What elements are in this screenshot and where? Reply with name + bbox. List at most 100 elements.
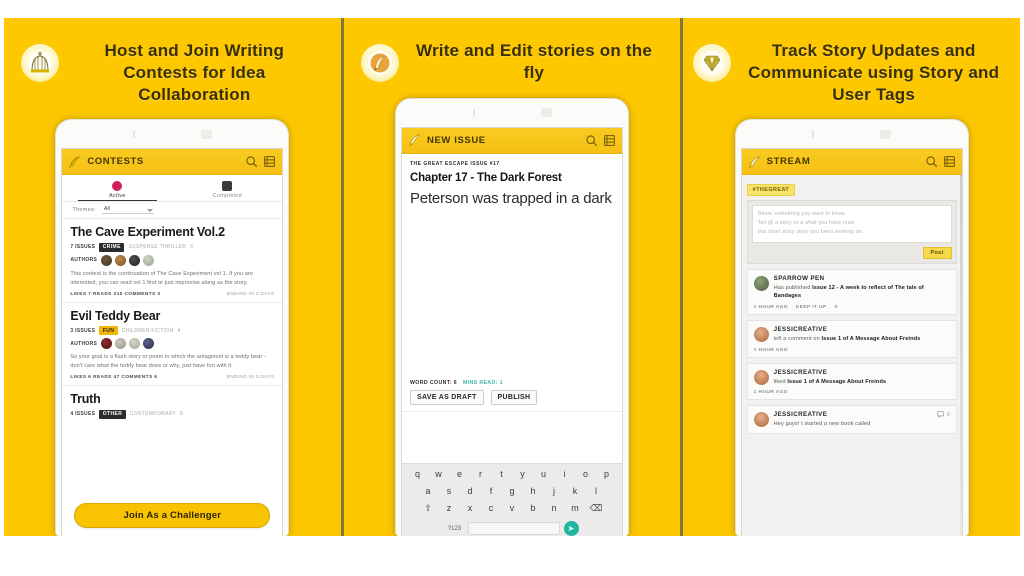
app-bar-title: NEW ISSUE <box>427 134 486 146</box>
word-count: WORD COUNT: 6 <box>410 380 457 386</box>
contest-card[interactable]: The Cave Experiment Vol.2 7 ISSUES CRIME… <box>62 219 283 303</box>
on-screen-keyboard[interactable]: q w e r t y u i o p a s d f g h j k l ⇧ … <box>402 463 622 536</box>
key-v[interactable]: v <box>503 503 521 514</box>
contest-meta: 7 ISSUES CRIME SUSPENSE THRILLER 5 <box>70 242 274 252</box>
panel-headline-block: Write and Edit stories on the fly <box>344 18 681 84</box>
themes-filter-row[interactable]: Themes: All <box>62 201 283 220</box>
contest-description: So your goal is a flash story or poem in… <box>70 354 266 370</box>
phone-mockup-contests: CONTESTS Active Completed Themes: All Th… <box>55 119 290 536</box>
key-p[interactable]: p <box>598 469 616 479</box>
join-as-challenger-button[interactable]: Join As a Challenger <box>74 503 271 528</box>
tab-completed[interactable]: Completed <box>172 178 282 201</box>
feed-comment-indicator[interactable]: 0 <box>937 411 950 419</box>
word-count-row: WORD COUNT: 6 MINS READ: 1 <box>410 380 614 390</box>
key-m[interactable]: m <box>566 503 584 514</box>
key-w[interactable]: w <box>430 469 448 479</box>
key-t[interactable]: t <box>493 469 511 479</box>
key-b[interactable]: b <box>524 503 542 514</box>
feed-timestamp: 1 HOUR AGO <box>753 347 788 353</box>
symbols-key[interactable]: ?123 <box>446 526 464 532</box>
feed-user-name[interactable]: JESSICREATIVE <box>774 369 950 376</box>
feed-user-name[interactable]: JESSICREATIVE <box>774 326 950 333</box>
key-n[interactable]: n <box>545 503 563 514</box>
contest-card[interactable]: Evil Teddy Bear 3 ISSUES FUN CHILDREN FI… <box>62 303 283 387</box>
contest-issues-label: 7 ISSUES <box>70 244 96 251</box>
key-x[interactable]: x <box>461 503 479 514</box>
post-composer[interactable]: Share something you want to know. Tell @… <box>746 200 957 264</box>
story-tag-chip[interactable]: #THEGREAT <box>746 184 796 197</box>
tab-active[interactable]: Active <box>62 178 172 202</box>
contest-footer: LIKES 7 READS 210 COMMENTS 3 ENDING IN 2… <box>70 292 274 297</box>
contest-tabs[interactable]: Active Completed <box>62 175 283 202</box>
cta-container: Join As a Challenger <box>62 497 283 536</box>
menu-icon[interactable] <box>263 155 276 168</box>
key-h[interactable]: h <box>524 486 542 496</box>
key-d[interactable]: d <box>461 486 479 496</box>
feed-reaction-count: 0 <box>834 304 838 310</box>
key-l[interactable]: l <box>587 486 605 496</box>
key-y[interactable]: y <box>514 469 532 479</box>
feed-text-plain: Hey guys! I started a new book called <box>773 421 871 428</box>
search-icon[interactable] <box>585 134 598 147</box>
key-j[interactable]: j <box>545 486 563 496</box>
app-bar: Stream <box>741 149 962 176</box>
menu-icon[interactable] <box>943 155 956 168</box>
shift-key-icon[interactable]: ⇧ <box>419 503 437 514</box>
backspace-key-icon[interactable]: ⌫ <box>587 503 605 514</box>
key-q[interactable]: q <box>409 469 427 479</box>
avatar <box>115 254 127 266</box>
spacebar-key[interactable] <box>467 522 560 535</box>
key-r[interactable]: r <box>472 469 490 479</box>
contest-genre: SUSPENSE THRILLER <box>128 244 187 251</box>
feed-text-link[interactable]: Issue 1 of A Message About Freinds <box>822 336 921 342</box>
app-bar-title: CONTESTS <box>87 156 144 168</box>
search-icon[interactable] <box>245 155 258 168</box>
publish-button[interactable]: PUBLISH <box>490 390 538 405</box>
key-k[interactable]: k <box>566 486 584 496</box>
save-as-draft-button[interactable]: SAVE AS DRAFT <box>410 390 484 405</box>
front-camera-icon <box>200 129 212 139</box>
contest-stats: LIKES 7 READS 210 COMMENTS 3 <box>70 291 161 297</box>
key-z[interactable]: z <box>440 503 458 514</box>
key-o[interactable]: o <box>577 469 595 479</box>
feed-reaction-label[interactable]: KEEP IT UP <box>796 305 827 310</box>
key-u[interactable]: u <box>535 469 553 479</box>
contest-card[interactable]: Truth 4 ISSUES OTHER CONTEMPORARY 8 <box>62 386 282 423</box>
key-a[interactable]: a <box>419 486 437 496</box>
tab-active-label: Active <box>108 193 126 200</box>
feed-item[interactable]: JESSICREATIVE liked Issue 1 of A Message… <box>746 362 957 401</box>
feed-user-name[interactable]: SPARROW PEN <box>774 275 950 282</box>
key-i[interactable]: i <box>556 469 574 479</box>
feed-user-name[interactable]: JESSICREATIVE <box>774 411 950 418</box>
scrollbar[interactable] <box>959 175 962 536</box>
menu-icon[interactable] <box>603 134 616 147</box>
key-g[interactable]: g <box>503 486 521 496</box>
contest-chip: CRIME <box>99 242 125 252</box>
key-e[interactable]: e <box>451 469 469 479</box>
search-icon[interactable] <box>925 155 938 168</box>
phone-top-bezel <box>61 120 283 148</box>
feed-text-link[interactable]: Issue 1 of A Message About Freinds <box>787 379 886 385</box>
key-c[interactable]: c <box>482 503 500 514</box>
phone-mockup-stream: Stream #THEGREAT <box>734 119 969 536</box>
chapter-title-input[interactable]: Chapter 17 - The Dark Forest <box>410 172 614 184</box>
key-s[interactable]: s <box>440 486 458 496</box>
feed-item[interactable]: JESSICREATIVE left a comment on Issue 1 … <box>746 319 957 358</box>
feed-text-plain: left a comment on <box>773 335 822 342</box>
app-screen-editor: NEW ISSUE THE GREAT ESCAPE ISSUE #17 Cha… <box>401 126 623 536</box>
feed-item[interactable]: SPARROW PEN Has published Issue 12 - A w… <box>746 268 957 315</box>
composer-textarea[interactable]: Share something you want to know. Tell @… <box>751 205 952 243</box>
panel-contests: Host and Join Writing Contests for Idea … <box>4 18 341 536</box>
avatar <box>143 254 155 266</box>
feed-item[interactable]: 0 JESSICREATIVE Hey guys! I started a ne… <box>746 405 957 434</box>
app-bar: CONTESTS <box>62 149 283 176</box>
post-button[interactable]: Post <box>922 246 952 259</box>
send-key-icon[interactable]: ➤ <box>563 521 579 536</box>
comment-icon <box>937 411 944 419</box>
story-body-input[interactable]: Peterson was trapped in a dark <box>410 190 614 208</box>
key-f[interactable]: f <box>482 486 500 496</box>
feed-item-text: liked Issue 1 of A Message About Freinds <box>774 378 950 387</box>
issue-editor: THE GREAT ESCAPE ISSUE #17 Chapter 17 - … <box>402 153 622 411</box>
composer-placeholder-line: Share something you want to know. <box>757 211 847 218</box>
themes-filter-select[interactable]: All <box>101 206 154 215</box>
